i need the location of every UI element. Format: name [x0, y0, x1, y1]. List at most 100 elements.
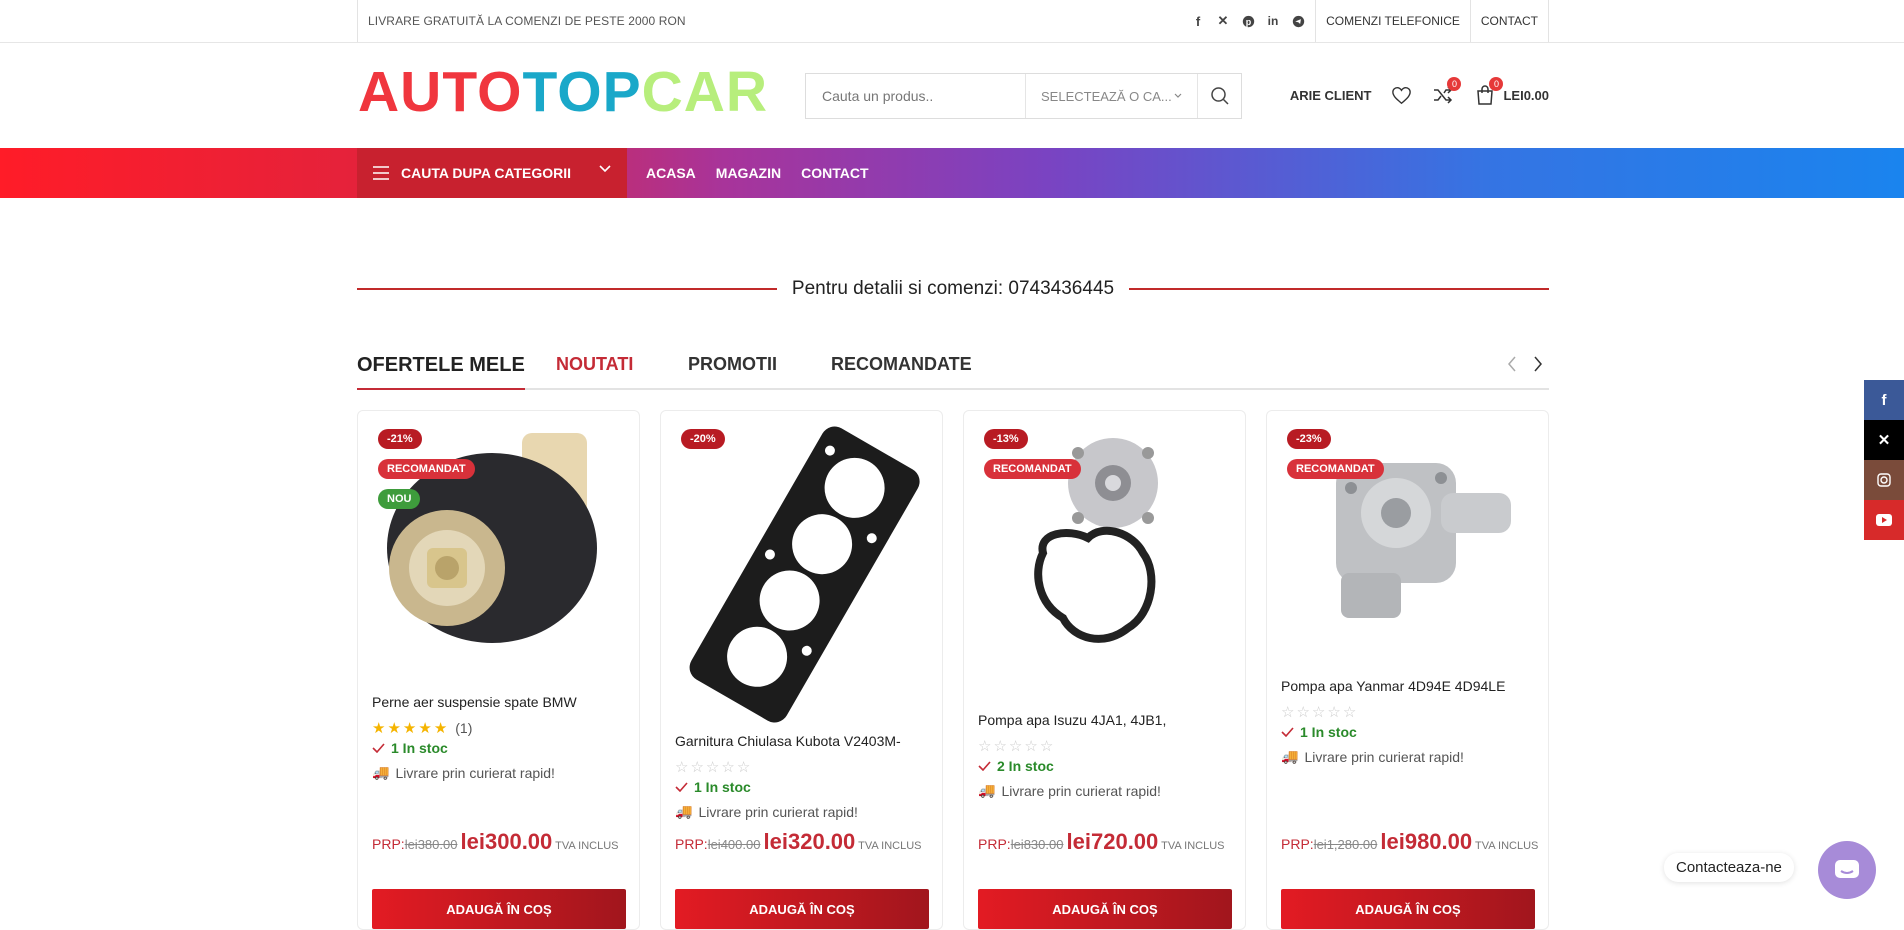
compare-button[interactable]: 0: [1431, 77, 1462, 107]
old-price: lei400.00: [707, 837, 761, 852]
recommended-badge: RECOMANDAT: [984, 459, 1081, 479]
product-name[interactable]: Pompa apa Yanmar 4D94E 4D94LE: [1281, 678, 1536, 694]
add-to-cart-button[interactable]: ADAUGĂ ÎN COȘ: [675, 889, 929, 929]
heart-icon: [1392, 86, 1411, 104]
search-icon: [1210, 87, 1229, 105]
top-contact-link[interactable]: CONTACT: [1469, 0, 1549, 42]
rating-stars: ☆ ☆ ☆ ☆ ☆: [675, 759, 751, 776]
old-price: lei1,280.00: [1313, 837, 1378, 852]
cart-button[interactable]: 0: [1473, 77, 1504, 107]
add-to-cart-button[interactable]: ADAUGĂ ÎN COȘ: [372, 889, 626, 929]
stock-status: 1 In stoc: [675, 779, 751, 795]
facebook-icon[interactable]: f: [1864, 380, 1904, 420]
phone-banner: Pentru detalii si comenzi: 0743436445: [357, 276, 1549, 302]
add-to-cart-button[interactable]: ADAUGĂ ÎN COȘ: [978, 889, 1232, 929]
x-icon[interactable]: ✕: [1215, 13, 1231, 29]
shipping-note: 🚚 Livrare prin curierat rapid!: [978, 782, 1161, 799]
check-icon: [978, 761, 991, 771]
product-card[interactable]: -21% RECOMANDAT NOU Perne aer suspensie …: [357, 410, 640, 930]
old-price: lei380.00: [404, 837, 458, 852]
current-price: lei720.00: [1066, 829, 1159, 854]
instagram-icon[interactable]: [1864, 460, 1904, 500]
rating-stars: ☆ ☆ ☆ ☆ ☆: [978, 738, 1054, 755]
rating-stars: ☆ ☆ ☆ ☆ ☆: [1281, 704, 1357, 721]
tab-recomandate[interactable]: RECOMANDATE: [831, 354, 972, 375]
telegram-icon[interactable]: [1290, 13, 1306, 29]
price-block: PRP:lei380.00 lei300.00 TVA INCLUS: [372, 829, 619, 854]
new-badge: NOU: [378, 489, 421, 509]
recommended-badge: RECOMANDAT: [1287, 459, 1384, 479]
check-icon: [1281, 727, 1294, 737]
youtube-icon[interactable]: [1864, 500, 1904, 540]
carousel-prev-icon[interactable]: [1507, 356, 1517, 372]
nav-home[interactable]: ACASA: [646, 165, 696, 181]
wishlist-button[interactable]: [1389, 83, 1413, 107]
svg-text:p: p: [1245, 16, 1251, 26]
tabs-title: OFERTELE MELE: [357, 354, 525, 390]
categories-label: CAUTA DUPA CATEGORII: [401, 165, 572, 181]
check-icon: [372, 743, 385, 753]
truck-icon: 🚚: [675, 803, 693, 819]
categories-menu-button[interactable]: CAUTA DUPA CATEGORII: [357, 148, 627, 198]
pinterest-icon[interactable]: p: [1240, 13, 1256, 29]
check-icon: [675, 782, 688, 792]
search-bar: SELECTEAZĂ O CA...: [805, 73, 1242, 119]
product-tabs: OFERTELE MELE NOUTATI PROMOTII RECOMANDA…: [357, 350, 1549, 390]
main-navbar: CAUTA DUPA CATEGORII ACASA MAGAZIN CONTA…: [0, 148, 1904, 198]
account-link[interactable]: ARIE CLIENT: [1290, 88, 1372, 103]
product-card[interactable]: -13% RECOMANDAT Pompa apa Isuzu 4JA1, 4J…: [963, 410, 1246, 930]
discount-badge: -20%: [681, 429, 725, 449]
nav-shop[interactable]: MAGAZIN: [716, 165, 781, 181]
truck-icon: 🚚: [1281, 748, 1299, 764]
truck-icon: 🚚: [372, 764, 390, 780]
review-count[interactable]: (1): [455, 720, 472, 736]
site-logo[interactable]: AUTOTOPCAR: [358, 60, 768, 124]
shipping-note: 🚚 Livrare prin curierat rapid!: [372, 764, 555, 781]
tab-promotii[interactable]: PROMOTII: [688, 354, 777, 375]
discount-badge: -23%: [1287, 429, 1331, 449]
tab-noutati[interactable]: NOUTATI: [556, 354, 633, 375]
compare-count-badge: 0: [1447, 77, 1462, 91]
rating-stars: ★ ★ ★ ★ ★ (1): [372, 720, 473, 737]
product-name[interactable]: Garnitura Chiulasa Kubota V2403M-: [675, 733, 930, 749]
phone-orders-link[interactable]: COMENZI TELEFONICE: [1315, 0, 1470, 42]
recommended-badge: RECOMANDAT: [378, 459, 475, 479]
product-card[interactable]: -23% RECOMANDAT Pompa apa Yanmar 4D94E 4…: [1266, 410, 1549, 930]
product-card[interactable]: -20% Garnitura Chiulasa Kubota V2403M- ☆…: [660, 410, 943, 930]
price-block: PRP:lei1,280.00 lei980.00 TVA INCLUS: [1281, 829, 1539, 854]
discount-badge: -21%: [378, 429, 422, 449]
product-name[interactable]: Perne aer suspensie spate BMW: [372, 694, 627, 710]
chevron-down-icon: [599, 165, 611, 173]
free-shipping-promo: LIVRARE GRATUITĂ LA COMENZI DE PESTE 200…: [357, 0, 686, 42]
cart-total[interactable]: LEI0.00: [1503, 88, 1549, 103]
top-social-links: f ✕ p in: [1190, 0, 1306, 42]
shipping-note: 🚚 Livrare prin curierat rapid!: [1281, 748, 1464, 765]
stock-status: 1 In stoc: [372, 740, 448, 756]
linkedin-icon[interactable]: in: [1265, 13, 1281, 29]
divider-right: [1129, 288, 1549, 290]
search-button[interactable]: [1198, 74, 1241, 118]
cart-count-badge: 0: [1489, 77, 1504, 91]
search-input[interactable]: [806, 74, 1026, 118]
chat-button[interactable]: [1818, 841, 1876, 899]
chevron-down-icon: [1174, 93, 1182, 98]
add-to-cart-button[interactable]: ADAUGĂ ÎN COȘ: [1281, 889, 1535, 929]
category-select[interactable]: SELECTEAZĂ O CA...: [1026, 74, 1198, 118]
stock-status: 2 In stoc: [978, 758, 1054, 774]
facebook-icon[interactable]: f: [1190, 13, 1206, 29]
price-block: PRP:lei830.00 lei720.00 TVA INCLUS: [978, 829, 1225, 854]
shipping-note: 🚚 Livrare prin curierat rapid!: [675, 803, 858, 820]
discount-badge: -13%: [984, 429, 1028, 449]
top-bar: LIVRARE GRATUITĂ LA COMENZI DE PESTE 200…: [0, 0, 1904, 43]
chat-icon: [1835, 860, 1859, 878]
product-name[interactable]: Pompa apa Isuzu 4JA1, 4JB1,: [978, 712, 1233, 728]
divider-left: [357, 288, 777, 290]
price-block: PRP:lei400.00 lei320.00 TVA INCLUS: [675, 829, 922, 854]
nav-contact[interactable]: CONTACT: [801, 165, 868, 181]
stock-status: 1 In stoc: [1281, 724, 1357, 740]
contact-chip[interactable]: Contacteaza-ne: [1664, 853, 1794, 882]
x-icon[interactable]: ✕: [1864, 420, 1904, 460]
carousel-next-icon[interactable]: [1533, 356, 1543, 372]
product-image[interactable]: [675, 423, 929, 723]
phone-text: Pentru detalii si comenzi: 0743436445: [791, 278, 1115, 299]
